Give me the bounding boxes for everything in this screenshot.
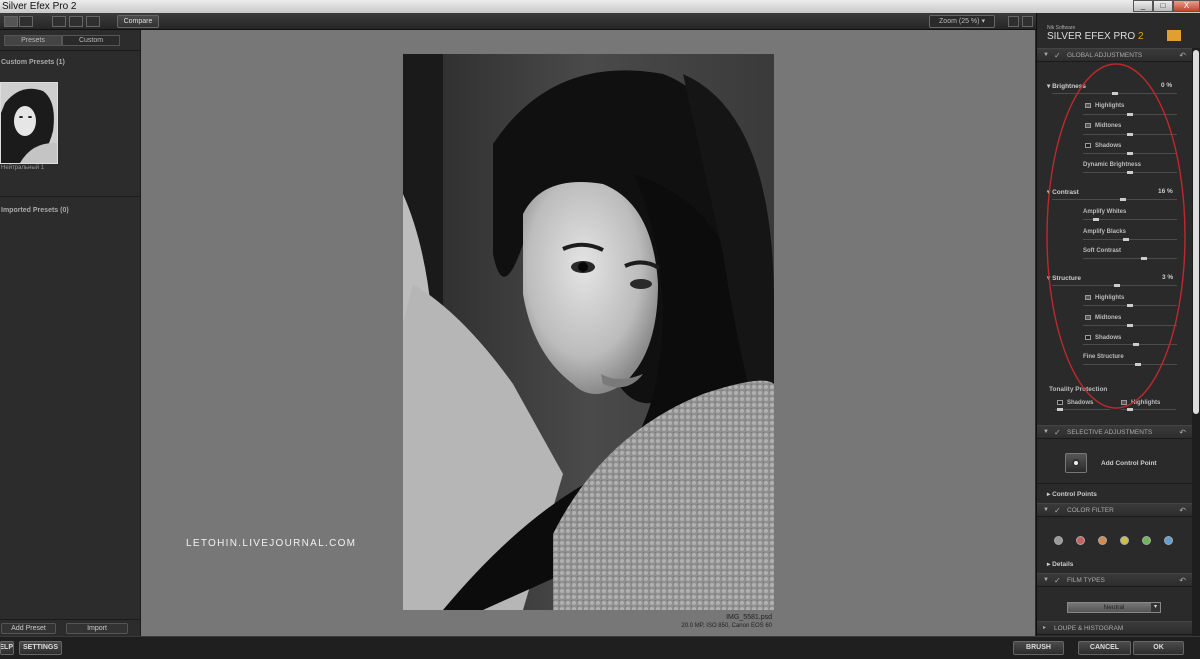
preset-thumbnail-image <box>1 83 57 163</box>
divider <box>1037 483 1192 484</box>
expand-arrow-icon[interactable]: ▸ <box>1043 622 1046 635</box>
close-button[interactable]: X <box>1173 0 1200 12</box>
color-filter-swatch[interactable] <box>1142 536 1151 545</box>
import-button[interactable]: Import <box>66 623 128 634</box>
zoom-select[interactable]: Zoom (25 %) ▾ <box>929 15 995 28</box>
annotation-ellipse <box>1046 63 1186 409</box>
add-control-point-button[interactable] <box>1065 453 1087 473</box>
minimize-button[interactable]: _ <box>1133 0 1153 12</box>
control-points-toggle[interactable]: ▸ Control Points <box>1047 490 1097 498</box>
color-filter-swatch[interactable] <box>1164 536 1173 545</box>
file-info: 20.0 MP, ISO 850, Canon EOS 60 <box>681 623 772 629</box>
selective-adjustments-title: SELECTIVE ADJUSTMENTS <box>1067 429 1153 436</box>
browser-toggle-icon[interactable] <box>4 16 18 27</box>
custom-presets-title: Custom Presets (1) <box>1 59 65 66</box>
add-preset-button[interactable]: Add Preset <box>1 623 56 634</box>
history-toggle-icon[interactable] <box>19 16 33 27</box>
title-bar: Silver Efex Pro 2 <box>0 0 1200 13</box>
collapse-arrow-icon[interactable]: ▼ <box>1043 574 1049 587</box>
color-filter-header[interactable]: ▼ ✓ COLOR FILTER ↶ <box>1037 503 1192 517</box>
enable-check-icon[interactable]: ✓ <box>1054 426 1061 439</box>
color-filter-swatch[interactable] <box>1120 536 1129 545</box>
help-button[interactable]: HELP <box>0 641 14 655</box>
selective-adjustments-header[interactable]: ▼ ✓ SELECTIVE ADJUSTMENTS ↶ <box>1037 425 1192 439</box>
panel-scrollbar[interactable] <box>1192 48 1200 636</box>
divider <box>0 196 141 197</box>
tab-presets[interactable]: Presets <box>4 35 62 46</box>
presets-panel: Presets Custom Custom Presets (1) Нейтра… <box>0 30 141 636</box>
imported-presets-title: Imported Presets (0) <box>1 207 69 214</box>
settings-button[interactable]: SETTINGS <box>19 641 62 655</box>
ok-button[interactable]: OK <box>1133 641 1184 655</box>
cancel-button[interactable]: CANCEL <box>1078 641 1131 655</box>
film-types-title: FILM TYPES <box>1067 577 1105 584</box>
nik-logo-icon <box>1167 30 1181 41</box>
reset-icon[interactable]: ↶ <box>1179 504 1186 517</box>
brand-version: 2 <box>1137 31 1144 42</box>
portrait-photo <box>403 54 774 610</box>
background-toggle-icon[interactable] <box>1008 16 1019 27</box>
loupe-histogram-header[interactable]: ▸ LOUPE & HISTOGRAM <box>1037 621 1192 635</box>
film-type-select[interactable]: Neutral ▾ <box>1067 602 1161 613</box>
bottom-bar: HELP SETTINGS BRUSH CANCEL OK <box>0 636 1200 659</box>
collapse-arrow-icon[interactable]: ▼ <box>1043 426 1049 439</box>
compare-button[interactable]: Compare <box>117 15 159 28</box>
watermark: LETOHIN.LIVEJOURNAL.COM <box>186 538 357 549</box>
enable-check-icon[interactable]: ✓ <box>1054 574 1061 587</box>
film-types-header[interactable]: ▼ ✓ FILM TYPES ↶ <box>1037 573 1192 587</box>
brand-name: SILVER EFEX PRO <box>1047 31 1136 42</box>
brush-button[interactable]: BRUSH <box>1013 641 1064 655</box>
color-filter-title: COLOR FILTER <box>1067 507 1114 514</box>
zoom-label: Zoom (25 %) <box>939 18 980 25</box>
scrollbar-thumb[interactable] <box>1193 50 1199 414</box>
file-name: IMG_5581.psd <box>726 614 772 621</box>
loupe-histogram-title: LOUPE & HISTOGRAM <box>1054 625 1124 632</box>
loupe-toggle-icon[interactable] <box>1022 16 1033 27</box>
brand-title: SILVER EFEX PRO 2 <box>1047 31 1144 42</box>
divider <box>0 619 141 620</box>
control-point-icon <box>1072 459 1080 467</box>
divider <box>0 50 141 51</box>
add-control-point-label[interactable]: Add Control Point <box>1101 460 1157 467</box>
maximize-button[interactable]: □ <box>1153 0 1173 12</box>
toolbar: Compare Zoom (25 %) ▾ <box>0 13 1200 30</box>
side-by-side-view-icon[interactable] <box>86 16 100 27</box>
global-adjustments-header[interactable]: ▼ ✓ GLOBAL ADJUSTMENTS ↶ <box>1037 48 1192 62</box>
reset-icon[interactable]: ↶ <box>1179 426 1186 439</box>
reset-icon[interactable]: ↶ <box>1179 574 1186 587</box>
film-type-value: Neutral <box>1103 604 1125 611</box>
tab-custom[interactable]: Custom <box>62 35 120 46</box>
collapse-arrow-icon[interactable]: ▼ <box>1043 504 1049 517</box>
enable-check-icon[interactable]: ✓ <box>1054 504 1061 517</box>
single-view-icon[interactable] <box>52 16 66 27</box>
control-points-text: Control Points <box>1052 491 1097 498</box>
color-filter-swatch[interactable] <box>1098 536 1107 545</box>
chevron-down-icon: ▾ <box>1151 603 1160 612</box>
color-filter-swatch[interactable] <box>1054 536 1063 545</box>
details-toggle[interactable]: ▸ Details <box>1047 560 1073 568</box>
adjustments-panel: Nik Software SILVER EFEX PRO 2 ▼ ✓ GLOBA… <box>1036 13 1200 636</box>
preset-thumbnail[interactable] <box>0 82 58 164</box>
window-title: Silver Efex Pro 2 <box>2 1 77 12</box>
preview-image <box>403 54 774 610</box>
color-filter-swatch[interactable] <box>1076 536 1085 545</box>
split-view-icon[interactable] <box>69 16 83 27</box>
details-text: Details <box>1052 561 1074 568</box>
preset-name: Нейтральный 1 <box>1 165 45 171</box>
